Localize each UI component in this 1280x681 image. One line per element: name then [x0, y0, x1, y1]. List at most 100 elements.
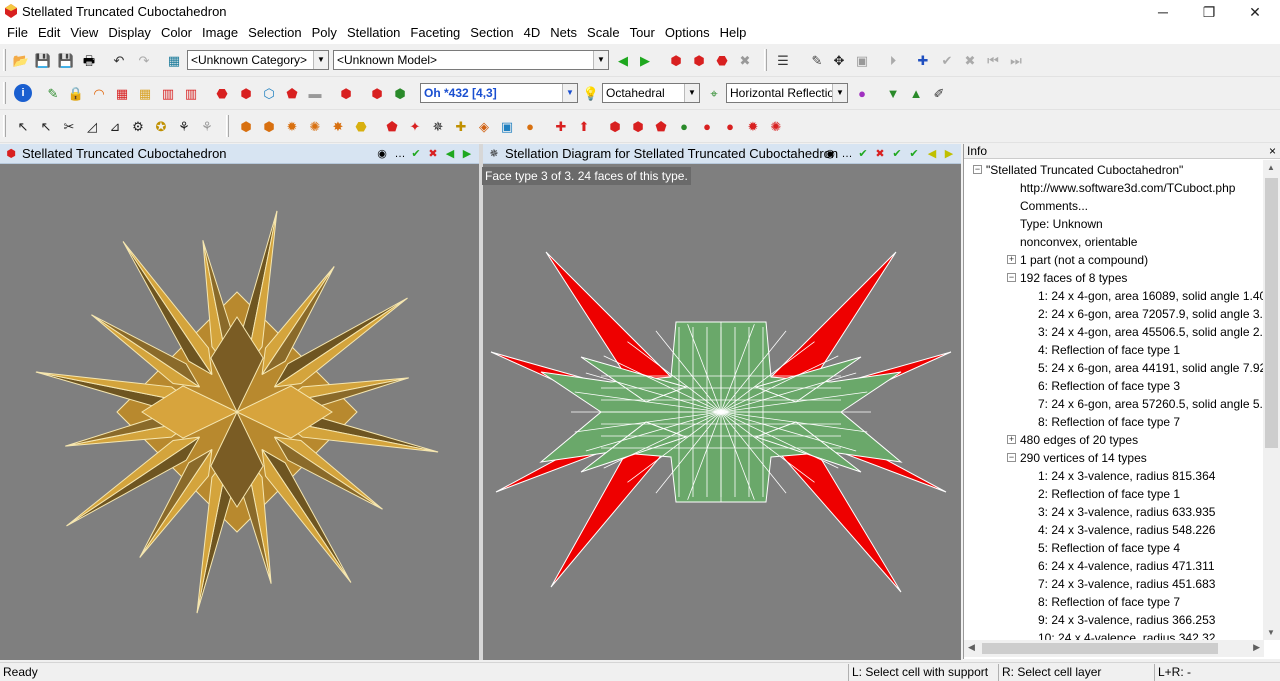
- tree-item[interactable]: 290 vertices of 14 types: [1020, 449, 1147, 467]
- more-icon[interactable]: …: [393, 147, 407, 161]
- pointer-icon[interactable]: ↖: [14, 117, 32, 135]
- tree-item[interactable]: 8: Reflection of face type 7: [1038, 593, 1180, 611]
- redo-icon[interactable]: ↷: [135, 51, 153, 69]
- tree-item[interactable]: http://www.software3d.com/TCuboct.php: [1020, 179, 1235, 197]
- facet-4-icon[interactable]: ●: [675, 117, 693, 135]
- tree-item[interactable]: 480 edges of 20 types: [1020, 431, 1138, 449]
- tree-item[interactable]: 5: 24 x 6-gon, area 44191, solid angle 7…: [1038, 359, 1264, 377]
- expand-icon[interactable]: +: [1007, 255, 1016, 264]
- toolbar-grip[interactable]: [764, 49, 767, 71]
- poly-red-2-icon[interactable]: ⬢: [690, 51, 708, 69]
- gear-icon[interactable]: ⚙: [129, 117, 147, 135]
- solid-red-icon[interactable]: ⬣: [213, 84, 231, 102]
- stellation-diagram[interactable]: [483, 165, 961, 660]
- remove-item-icon[interactable]: ✖: [961, 51, 979, 69]
- scroll-left-icon[interactable]: ◀: [968, 642, 975, 653]
- toolbar-grip[interactable]: [3, 82, 6, 104]
- restore-button[interactable]: ❐: [1186, 0, 1232, 24]
- menu-help[interactable]: Help: [715, 24, 752, 42]
- horizontal-scrollbar[interactable]: ◀ ▶: [964, 640, 1264, 657]
- prev-icon[interactable]: ◀: [443, 147, 457, 161]
- toolbar-grip[interactable]: [3, 49, 6, 71]
- facet-6-icon[interactable]: ●: [721, 117, 739, 135]
- cross-red-icon[interactable]: ✚: [552, 117, 570, 135]
- arrow-red-icon[interactable]: ⬆: [575, 117, 593, 135]
- measure-icon[interactable]: ⊿: [106, 117, 124, 135]
- menu-edit[interactable]: Edit: [33, 24, 65, 42]
- play-icon[interactable]: ⏵: [884, 51, 902, 69]
- check-up-icon[interactable]: ✔: [907, 147, 921, 161]
- expand-icon[interactable]: +: [1007, 435, 1016, 444]
- pentagon-red-icon[interactable]: ⬟: [383, 117, 401, 135]
- list-icon[interactable]: ☰: [774, 51, 792, 69]
- square-dot-icon[interactable]: ▣: [498, 117, 516, 135]
- triangle-icon[interactable]: ▲: [907, 84, 925, 102]
- menu-faceting[interactable]: Faceting: [405, 24, 465, 42]
- pen-icon[interactable]: ✐: [930, 84, 948, 102]
- pentagon-icon[interactable]: ⬟: [283, 84, 301, 102]
- stellate-4-icon[interactable]: ✺: [306, 117, 324, 135]
- next-icon[interactable]: ▶: [942, 147, 956, 161]
- menu-view[interactable]: View: [65, 24, 103, 42]
- tree-item[interactable]: Type: Unknown: [1020, 215, 1103, 233]
- next-model-icon[interactable]: ▶: [636, 51, 654, 69]
- poly-red-icon[interactable]: ⬢: [667, 51, 685, 69]
- tree-item[interactable]: 6: Reflection of face type 3: [1038, 377, 1180, 395]
- orange-sphere-icon[interactable]: ●: [521, 117, 539, 135]
- prev-icon[interactable]: ◀: [925, 147, 939, 161]
- diamond-icon[interactable]: ◈: [475, 117, 493, 135]
- tree-item[interactable]: 7: 24 x 3-valence, radius 451.683: [1038, 575, 1215, 593]
- stellate-1-icon[interactable]: ⬢: [237, 117, 255, 135]
- check-icon[interactable]: ✔: [856, 147, 870, 161]
- undo-icon[interactable]: ↶: [110, 51, 128, 69]
- close-button[interactable]: ✕: [1232, 0, 1278, 24]
- tree-item[interactable]: 2: 24 x 6-gon, area 72057.9, solid angle…: [1038, 305, 1264, 323]
- last-item-icon[interactable]: ⏭: [1007, 51, 1025, 69]
- menu-4d[interactable]: 4D: [519, 24, 546, 42]
- collapse-icon[interactable]: −: [1007, 453, 1016, 462]
- net-disabled-icon[interactable]: ⚘: [198, 117, 216, 135]
- first-item-icon[interactable]: ⏮: [984, 51, 1002, 69]
- lattice-icon[interactable]: ✵: [429, 117, 447, 135]
- scroll-up-icon[interactable]: ▲: [1267, 163, 1275, 172]
- reflection-select[interactable]: Horizontal Reflection ▼: [726, 83, 848, 103]
- symmetry-type-select[interactable]: Octahedral ▼: [602, 83, 700, 103]
- next-icon[interactable]: ▶: [460, 147, 474, 161]
- lightbulb-icon[interactable]: 💡: [582, 84, 600, 102]
- info-tree[interactable]: "Stellated Truncated Cuboctahedron" − http…: [964, 160, 1264, 640]
- category-select[interactable]: <Unknown Category> ▼: [187, 50, 329, 70]
- tree-item[interactable]: 4: Reflection of face type 1: [1038, 341, 1180, 359]
- menu-file[interactable]: File: [2, 24, 33, 42]
- tree-item[interactable]: 5: Reflection of face type 4: [1038, 539, 1180, 557]
- facet-7-icon[interactable]: ✹: [744, 117, 762, 135]
- edit-poly-icon[interactable]: ✎: [44, 84, 62, 102]
- box-outline-icon[interactable]: ⬢: [368, 84, 386, 102]
- menu-stellation[interactable]: Stellation: [342, 24, 405, 42]
- star-red-icon[interactable]: ✦: [406, 117, 424, 135]
- vertical-scrollbar[interactable]: ▲ ▼: [1263, 160, 1280, 640]
- target-icon[interactable]: ◉: [375, 147, 389, 161]
- save-icon[interactable]: 💾: [34, 51, 52, 69]
- flat-icon[interactable]: ▬: [306, 84, 324, 102]
- menu-poly[interactable]: Poly: [307, 24, 342, 42]
- cross-yellow-icon[interactable]: ✚: [452, 117, 470, 135]
- lock-icon[interactable]: 🔒: [67, 84, 85, 102]
- save-as-icon[interactable]: 💾: [57, 51, 75, 69]
- pointer-multi-icon[interactable]: ↖: [37, 117, 55, 135]
- net-icon[interactable]: ⚘: [175, 117, 193, 135]
- check-icon[interactable]: ✔: [409, 147, 423, 161]
- tree-item[interactable]: nonconvex, orientable: [1020, 233, 1137, 251]
- tree-item[interactable]: 3: 24 x 3-valence, radius 633.935: [1038, 503, 1215, 521]
- tree-item[interactable]: 4: 24 x 3-valence, radius 548.226: [1038, 521, 1215, 539]
- tree-item[interactable]: 8: Reflection of face type 7: [1038, 413, 1180, 431]
- tree-item[interactable]: "Stellated Truncated Cuboctahedron": [986, 161, 1183, 179]
- menu-options[interactable]: Options: [660, 24, 715, 42]
- menu-nets[interactable]: Nets: [545, 24, 582, 42]
- rainbow-icon[interactable]: ◠: [90, 84, 108, 102]
- tree-item[interactable]: 3: 24 x 4-gon, area 45506.5, solid angle…: [1038, 323, 1264, 341]
- grid-yellow-icon[interactable]: ▦: [136, 84, 154, 102]
- close-icon[interactable]: ✖: [873, 147, 887, 161]
- grid-red-icon[interactable]: ▦: [113, 84, 131, 102]
- poly-red-3-icon[interactable]: ⬣: [713, 51, 731, 69]
- menu-image[interactable]: Image: [197, 24, 243, 42]
